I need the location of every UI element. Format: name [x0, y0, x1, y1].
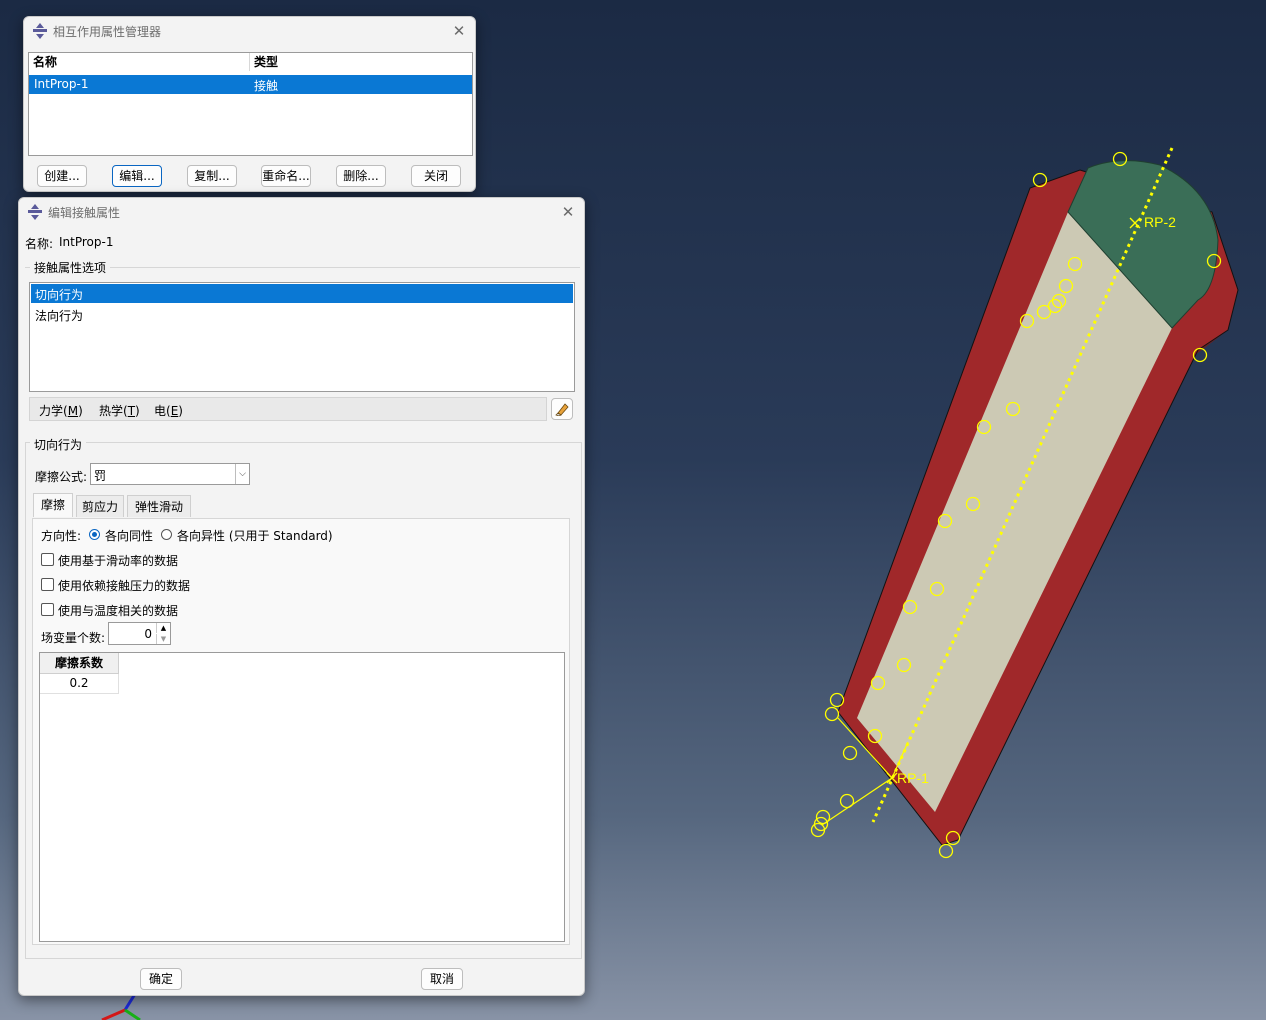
abaqus-app-icon — [33, 23, 47, 39]
table-cell[interactable]: 0.2 — [40, 674, 119, 694]
chevron-down-icon[interactable]: ⌵ — [235, 464, 249, 484]
checkbox-slip-rate[interactable] — [41, 553, 54, 566]
chevron-down-icon[interactable]: ▼ — [156, 634, 170, 644]
create-button[interactable]: 创建... — [37, 165, 87, 187]
column-header-name[interactable]: 名称 — [29, 53, 250, 71]
name-label: 名称: — [25, 237, 54, 251]
table-header-friction-coeff[interactable]: 摩擦系数 — [40, 653, 119, 674]
tab-strip: 摩擦 剪应力 弹性滑动 — [33, 493, 569, 519]
edit-contact-property-dialog: 编辑接触属性 ✕ 名称: IntProp-1 接触属性选项 切向行为 法向行为 … — [18, 197, 585, 996]
friction-formula-select[interactable]: 罚 ⌵ — [90, 463, 250, 485]
tab-elastic-slip[interactable]: 弹性滑动 — [127, 495, 191, 517]
cancel-button[interactable]: 取消 — [421, 968, 463, 990]
list-item[interactable]: 切向行为 — [31, 284, 573, 303]
radio-anisotropic-label[interactable]: 各向异性 (只用于 Standard) — [177, 527, 333, 544]
edit-close-icon[interactable]: ✕ — [558, 202, 578, 222]
radio-isotropic[interactable] — [89, 529, 100, 540]
tab-panel-friction: 方向性: 各向同性 各向异性 (只用于 Standard) 使用基于滑动率的数据… — [32, 518, 570, 945]
radio-anisotropic[interactable] — [161, 529, 172, 540]
friction-formula-value: 罚 — [94, 469, 107, 483]
rp2-label: RP-2 — [1144, 214, 1176, 230]
delete-button[interactable]: 删除... — [336, 165, 386, 187]
abaqus-app-icon — [28, 204, 42, 220]
rename-button[interactable]: 重命名... — [261, 165, 311, 187]
tab-friction[interactable]: 摩擦 — [33, 493, 73, 517]
checkbox-temperature[interactable] — [41, 603, 54, 616]
menu-mechanical[interactable]: 力学(M) — [39, 402, 83, 419]
directionality-label: 方向性: — [41, 529, 82, 543]
menu-thermal[interactable]: 热学(T) — [99, 402, 140, 419]
manager-titlebar[interactable]: 相互作用属性管理器 ✕ — [24, 17, 475, 45]
checkbox-slip-rate-label[interactable]: 使用基于滑动率的数据 — [58, 552, 178, 569]
field-vars-value[interactable]: 0 — [144, 627, 152, 641]
manager-close-icon[interactable]: ✕ — [449, 21, 469, 41]
property-list[interactable]: 名称 类型 IntProp-1 接触 — [28, 52, 473, 156]
rp1-label: RP-1 — [897, 770, 929, 786]
delete-behavior-button[interactable] — [551, 398, 573, 420]
edit-titlebar[interactable]: 编辑接触属性 ✕ — [19, 198, 584, 226]
tab-shear-stress[interactable]: 剪应力 — [76, 495, 124, 517]
tangential-section-title: 切向行为 — [30, 436, 87, 453]
close-button[interactable]: 关闭 — [411, 165, 461, 187]
ok-button[interactable]: 确定 — [140, 968, 182, 990]
manager-title: 相互作用属性管理器 — [53, 25, 162, 39]
table-row[interactable]: IntProp-1 接触 — [29, 75, 472, 94]
friction-formula-label: 摩擦公式: — [35, 470, 88, 484]
field-vars-stepper[interactable]: 0 ▲ ▼ — [108, 622, 171, 645]
row-type: 接触 — [254, 79, 279, 93]
name-value: IntProp-1 — [59, 235, 114, 249]
menu-electrical[interactable]: 电(E) — [154, 402, 183, 419]
column-header-type[interactable]: 类型 — [250, 53, 472, 71]
checkbox-contact-pressure-label[interactable]: 使用依赖接触压力的数据 — [58, 577, 190, 594]
eraser-icon — [555, 403, 569, 417]
list-item[interactable]: 法向行为 — [31, 305, 573, 324]
radio-isotropic-label[interactable]: 各向同性 — [105, 527, 153, 544]
edit-title: 编辑接触属性 — [48, 206, 121, 220]
behavior-menubar: 力学(M) 热学(T) 电(E) — [29, 397, 547, 421]
copy-button[interactable]: 复制... — [187, 165, 237, 187]
row-name: IntProp-1 — [34, 77, 89, 91]
friction-data-table[interactable]: 摩擦系数 0.2 — [39, 652, 565, 942]
edit-button[interactable]: 编辑... — [112, 165, 162, 187]
options-list[interactable]: 切向行为 法向行为 — [29, 282, 575, 392]
chevron-up-icon[interactable]: ▲ — [156, 623, 170, 633]
options-group-title: 接触属性选项 — [30, 259, 111, 276]
field-vars-label: 场变量个数: — [41, 631, 106, 645]
interaction-property-manager-dialog: 相互作用属性管理器 ✕ 名称 类型 IntProp-1 接触 创建... 编辑.… — [23, 16, 476, 192]
checkbox-temperature-label[interactable]: 使用与温度相关的数据 — [58, 602, 178, 619]
view-triad-icon — [101, 993, 141, 1020]
checkbox-contact-pressure[interactable] — [41, 578, 54, 591]
